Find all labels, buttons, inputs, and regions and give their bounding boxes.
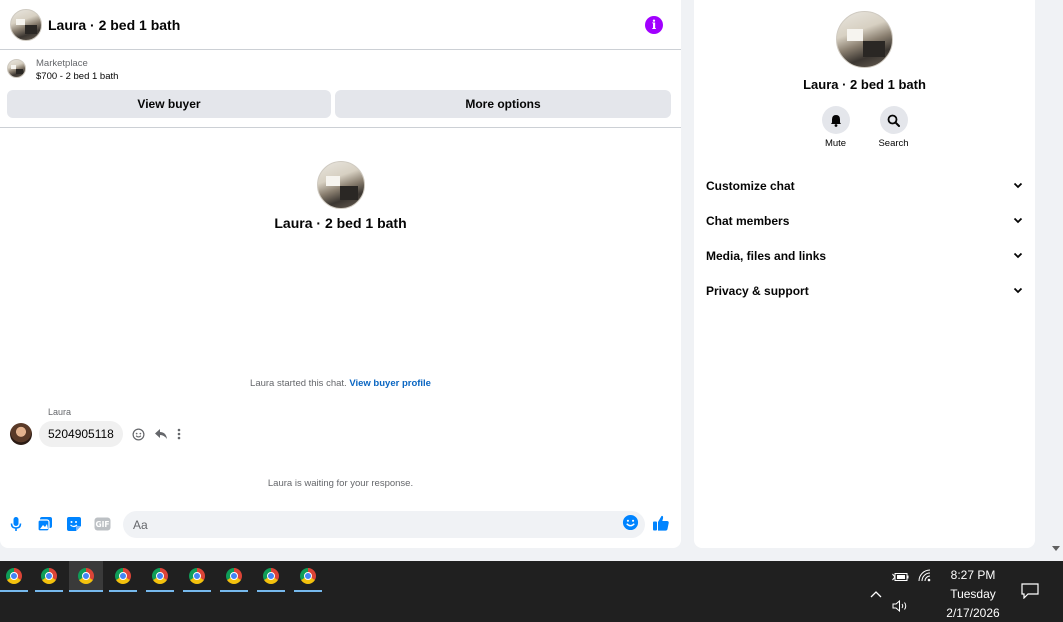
sticker-icon[interactable] [59, 509, 88, 539]
taskbar-chrome-3[interactable] [69, 561, 103, 592]
section-chat-members[interactable]: Chat members [694, 203, 1035, 238]
microphone-icon[interactable] [1, 509, 30, 539]
volume-icon[interactable] [892, 599, 909, 617]
chevron-down-icon [1013, 217, 1023, 224]
section-media-files-links[interactable]: Media, files and links [694, 238, 1035, 273]
chrome-icon [263, 567, 279, 584]
chat-started-notice: Laura started this chat. View buyer prof… [0, 378, 681, 389]
section-privacy-support[interactable]: Privacy & support [694, 273, 1035, 308]
started-text: Laura started this chat. [250, 378, 350, 389]
sender-avatar[interactable] [10, 423, 32, 445]
scroll-down-arrow[interactable] [1052, 546, 1060, 551]
battery-icon[interactable] [892, 570, 909, 588]
search-button[interactable]: Search [878, 106, 909, 149]
thumbs-up-icon[interactable] [652, 514, 670, 537]
taskbar-chrome-8[interactable] [257, 561, 285, 592]
intro-name: Laura · 2 bed 1 bath [274, 215, 407, 231]
listing-banner: Marketplace $700 - 2 bed 1 bath View buy… [0, 50, 681, 128]
chrome-icon [6, 567, 22, 584]
sender-name: Laura [48, 407, 72, 417]
section-title: Chat members [706, 213, 790, 228]
chrome-icon [152, 567, 168, 584]
chat-header: Laura · 2 bed 1 bath i [0, 0, 681, 50]
message-input-wrap [123, 511, 645, 538]
details-sections: Customize chat Chat members Media, files… [694, 168, 1035, 308]
listing-category: Marketplace [36, 58, 88, 69]
section-title: Customize chat [706, 178, 795, 193]
taskbar-chrome-6[interactable] [183, 561, 211, 592]
search-icon[interactable] [879, 106, 908, 134]
details-actions: Mute Search [694, 106, 1035, 149]
taskbar-chrome-2[interactable] [35, 561, 63, 592]
chrome-icon [226, 567, 242, 584]
taskbar-chrome-1[interactable] [0, 561, 28, 592]
view-buyer-profile-link[interactable]: View buyer profile [349, 378, 431, 389]
taskbar-chrome-9[interactable] [294, 561, 322, 592]
svg-text:GIF: GIF [95, 520, 109, 529]
waiting-notice: Laura is waiting for your response. [267, 478, 414, 489]
search-label: Search [878, 138, 909, 149]
chat-intro: Laura · 2 bed 1 bath [0, 161, 681, 231]
mute-button[interactable]: Mute [821, 106, 851, 149]
details-avatar [836, 11, 893, 68]
chrome-icon [189, 567, 205, 584]
message-bubble[interactable]: 5204905118 [39, 421, 123, 447]
photo-icon[interactable] [30, 509, 59, 539]
intro-avatar [316, 161, 365, 209]
taskbar-chrome-5[interactable] [146, 561, 174, 592]
clock-time: 8:27 PM [950, 568, 996, 582]
message-actions [132, 428, 181, 441]
taskbar-chrome-4[interactable] [109, 561, 137, 592]
bell-icon[interactable] [821, 106, 850, 134]
more-vertical-icon[interactable] [177, 428, 181, 440]
listing-thumbnail[interactable] [7, 59, 26, 78]
section-title: Media, files and links [706, 248, 827, 263]
chrome-icon [41, 567, 57, 584]
react-icon[interactable] [132, 428, 145, 441]
conversation-title[interactable]: Laura · 2 bed 1 bath [48, 17, 645, 33]
chevron-down-icon [1013, 252, 1023, 259]
message-input[interactable] [133, 517, 622, 532]
clock-date: 2/17/2026 [946, 606, 1000, 620]
chevron-down-icon [1013, 182, 1023, 189]
message-composer: GIF [0, 509, 681, 539]
clock-day: Tuesday [950, 587, 996, 601]
chrome-icon [78, 567, 94, 584]
details-panel: Laura · 2 bed 1 bath Mute Search Customi… [694, 0, 1035, 548]
taskbar: 8:27 PM Tuesday 2/17/2026 [0, 561, 1063, 622]
conversation-avatar[interactable] [10, 8, 42, 41]
chevron-down-icon [1013, 287, 1023, 294]
wifi-icon[interactable] [918, 569, 933, 587]
info-icon[interactable]: i [645, 15, 663, 34]
section-customize-chat[interactable]: Customize chat [694, 168, 1035, 203]
chat-panel: Laura · 2 bed 1 bath i Marketplace $700 … [0, 0, 681, 548]
details-name: Laura · 2 bed 1 bath [803, 77, 926, 92]
gif-icon[interactable]: GIF [88, 509, 117, 539]
emoji-icon[interactable] [622, 514, 639, 536]
view-buyer-button[interactable]: View buyer [7, 90, 331, 118]
chrome-icon [115, 567, 131, 584]
system-clock[interactable]: 8:27 PM Tuesday 2/17/2026 [940, 566, 1006, 622]
more-options-button[interactable]: More options [335, 90, 671, 118]
notifications-icon[interactable] [1021, 583, 1039, 604]
message-row: 5204905118 [10, 421, 181, 447]
reply-icon[interactable] [154, 428, 168, 440]
section-title: Privacy & support [706, 283, 809, 298]
mute-label: Mute [824, 138, 847, 149]
listing-title[interactable]: $700 - 2 bed 1 bath [36, 70, 118, 84]
show-hidden-icons[interactable] [870, 585, 882, 603]
taskbar-chrome-7[interactable] [220, 561, 248, 592]
chrome-icon [300, 567, 316, 584]
